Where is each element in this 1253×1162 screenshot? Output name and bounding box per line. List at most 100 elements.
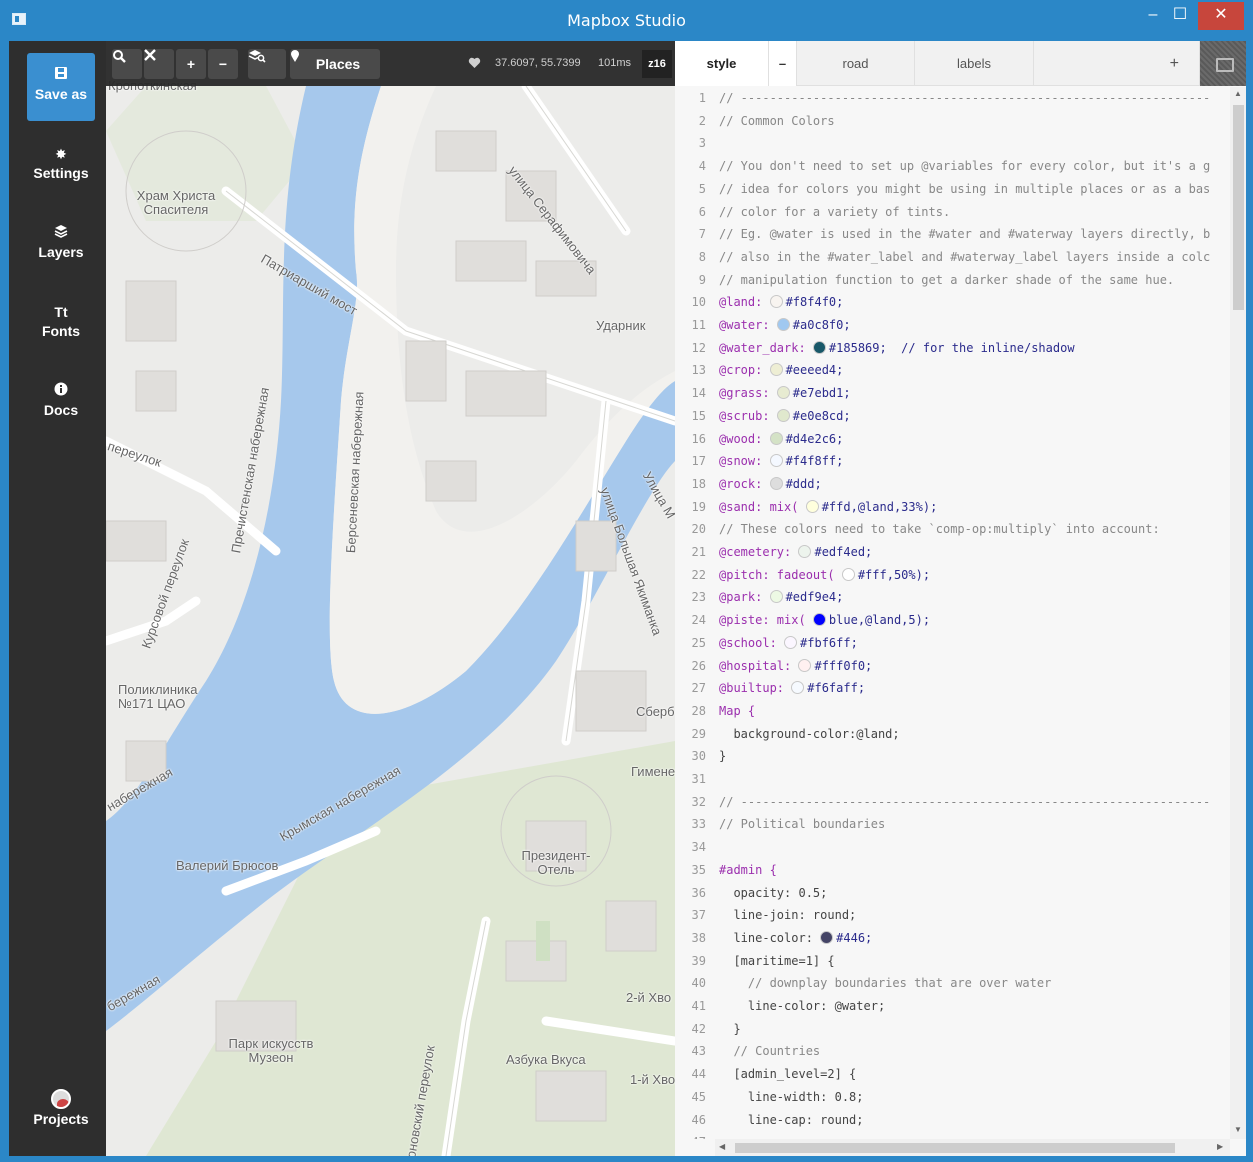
color-swatch[interactable] xyxy=(776,408,790,422)
scroll-right-icon[interactable]: ▶ xyxy=(1217,1142,1223,1151)
map-label: Валерий Брюсов xyxy=(176,858,279,873)
code-line[interactable]: 23 @park: #edf9e4; xyxy=(675,586,1230,609)
code-line[interactable]: 14 @grass: #e7ebd1; xyxy=(675,382,1230,405)
places-button[interactable]: Places xyxy=(290,49,380,79)
color-swatch[interactable] xyxy=(791,681,805,695)
code-line[interactable]: 1 // ------------------------------------… xyxy=(675,87,1230,110)
code-text: @land: #f8f4f0; xyxy=(719,295,844,310)
tab-style[interactable]: style xyxy=(675,41,769,86)
color-swatch[interactable] xyxy=(769,431,783,445)
code-line[interactable]: 5 // idea for colors you might be using i… xyxy=(675,178,1230,201)
code-line[interactable]: 29 background-color:@land; xyxy=(675,723,1230,746)
code-line[interactable]: 26 @hospital: #fff0f0; xyxy=(675,655,1230,678)
inspect-layers-button[interactable] xyxy=(248,49,286,79)
color-swatch[interactable] xyxy=(776,318,790,331)
code-line[interactable]: 31 xyxy=(675,768,1230,791)
vertical-scroll-thumb[interactable] xyxy=(1233,105,1244,310)
title-bar[interactable]: Mapbox Studio – ☐ ✕ xyxy=(0,0,1253,41)
code-line[interactable]: 28 Map { xyxy=(675,700,1230,723)
code-line[interactable]: 34 xyxy=(675,836,1230,859)
code-line[interactable]: 2 // Common Colors xyxy=(675,110,1230,133)
code-line[interactable]: 42 } xyxy=(675,1018,1230,1041)
color-swatch[interactable] xyxy=(769,363,783,377)
code-line[interactable]: 6 // color for a variety of tints. xyxy=(675,201,1230,224)
code-line[interactable]: 12 @water_dark: #185869; // for the inlin… xyxy=(675,337,1230,360)
code-line[interactable]: 24 @piste: mix( blue,@land,5); xyxy=(675,609,1230,632)
color-swatch[interactable] xyxy=(812,340,826,354)
code-line[interactable]: 8 // also in the #water_label and #waterw… xyxy=(675,246,1230,269)
code-line[interactable]: 10 @land: #f8f4f0; xyxy=(675,291,1230,314)
code-line[interactable]: 37 line-join: round; xyxy=(675,904,1230,927)
code-line[interactable]: 35 #admin { xyxy=(675,859,1230,882)
code-line[interactable]: 7 // Eg. @water is used in the #water and… xyxy=(675,223,1230,246)
code-line[interactable]: 17 @snow: #f4f8ff; xyxy=(675,450,1230,473)
code-line[interactable]: 43 // Countries xyxy=(675,1040,1230,1063)
keyboard-icon[interactable] xyxy=(1200,41,1246,86)
color-swatch[interactable] xyxy=(776,386,790,400)
color-swatch[interactable] xyxy=(798,545,812,558)
fonts-button[interactable]: Tt Fonts xyxy=(27,290,95,358)
color-swatch[interactable] xyxy=(805,499,819,513)
code-line[interactable]: 41 line-color: @water; xyxy=(675,995,1230,1018)
code-line[interactable]: 39 [maritime=1] { xyxy=(675,950,1230,973)
tab-labels[interactable]: labels xyxy=(915,41,1034,86)
zoom-in-button[interactable]: + xyxy=(176,49,206,79)
horizontal-scrollbar[interactable]: ◀ ▶ xyxy=(715,1139,1230,1156)
close-button[interactable]: ✕ xyxy=(1198,2,1244,30)
tab-remove-button[interactable]: – xyxy=(769,41,797,86)
vertical-scrollbar[interactable]: ▲ ▼ xyxy=(1230,87,1246,1139)
color-swatch[interactable] xyxy=(812,613,826,627)
zoom-out-button[interactable]: − xyxy=(208,49,238,79)
code-line[interactable]: 33 // Political boundaries xyxy=(675,813,1230,836)
code-line[interactable]: 15 @scrub: #e0e8cd; xyxy=(675,405,1230,428)
tab-road[interactable]: road xyxy=(797,41,915,86)
color-swatch[interactable] xyxy=(769,295,783,309)
code-text: @park: #edf9e4; xyxy=(719,590,844,605)
code-line[interactable]: 18 @rock: #ddd; xyxy=(675,473,1230,496)
minimize-button[interactable]: – xyxy=(1141,2,1165,30)
code-line[interactable]: 47 xyxy=(675,1131,1230,1139)
fullscreen-button[interactable] xyxy=(144,49,174,79)
search-button[interactable] xyxy=(112,49,142,79)
code-line[interactable]: 21 @cemetery: #edf4ed; xyxy=(675,541,1230,564)
color-swatch[interactable] xyxy=(798,658,812,672)
code-line[interactable]: 19 @sand: mix( #ffd,@land,33%); xyxy=(675,496,1230,519)
color-swatch[interactable] xyxy=(769,476,783,490)
color-swatch[interactable] xyxy=(769,590,783,604)
code-line[interactable]: 40 // downplay boundaries that are over … xyxy=(675,972,1230,995)
code-line[interactable]: 22 @pitch: fadeout( #fff,50%); xyxy=(675,564,1230,587)
code-line[interactable]: 3 xyxy=(675,132,1230,155)
code-line[interactable]: 36 opacity: 0.5; xyxy=(675,882,1230,905)
code-line[interactable]: 30} xyxy=(675,745,1230,768)
scroll-up-icon[interactable]: ▲ xyxy=(1234,89,1242,98)
code-line[interactable]: 27 @builtup: #f6faff; xyxy=(675,677,1230,700)
code-line[interactable]: 25 @school: #fbf6ff; xyxy=(675,632,1230,655)
color-swatch[interactable] xyxy=(784,635,798,649)
code-line[interactable]: 45 line-width: 0.8; xyxy=(675,1086,1230,1109)
code-line[interactable]: 4 // You don't need to set up @variables … xyxy=(675,155,1230,178)
code-line[interactable]: 38 line-color: #446; xyxy=(675,927,1230,950)
color-swatch[interactable] xyxy=(841,567,855,581)
horizontal-scroll-thumb[interactable] xyxy=(735,1143,1175,1153)
map-canvas[interactable]: Кропоткинская Храм Христа Спасителя улиц… xyxy=(106,41,675,1156)
settings-button[interactable]: ✸ Settings xyxy=(27,132,95,200)
docs-button[interactable]: Docs xyxy=(27,369,95,437)
code-line[interactable]: 20 // These colors need to take `comp-op:… xyxy=(675,518,1230,541)
code-line[interactable]: 9 // manipulation function to get a darke… xyxy=(675,269,1230,292)
code-line[interactable]: 44 [admin_level=2] { xyxy=(675,1063,1230,1086)
code-line[interactable]: 13 @crop: #eeeed4; xyxy=(675,359,1230,382)
code-line[interactable]: 46 line-cap: round; xyxy=(675,1109,1230,1132)
code-line[interactable]: 16 @wood: #d4e2c6; xyxy=(675,428,1230,451)
code-area[interactable]: 1 // ------------------------------------… xyxy=(675,87,1230,1139)
scroll-left-icon[interactable]: ◀ xyxy=(719,1142,725,1151)
color-swatch[interactable] xyxy=(769,454,783,468)
maximize-button[interactable]: ☐ xyxy=(1168,2,1192,30)
code-line[interactable]: 32 // -----------------------------------… xyxy=(675,791,1230,814)
save-as-button[interactable]: Save as xyxy=(27,53,95,121)
code-line[interactable]: 11 @water: #a0c8f0; xyxy=(675,314,1230,337)
scroll-down-icon[interactable]: ▼ xyxy=(1234,1125,1242,1134)
layers-button[interactable]: Layers xyxy=(27,211,95,279)
color-swatch[interactable] xyxy=(820,930,834,944)
projects-button[interactable]: Projects xyxy=(27,1076,95,1144)
add-tab-button[interactable]: + xyxy=(1034,41,1200,86)
